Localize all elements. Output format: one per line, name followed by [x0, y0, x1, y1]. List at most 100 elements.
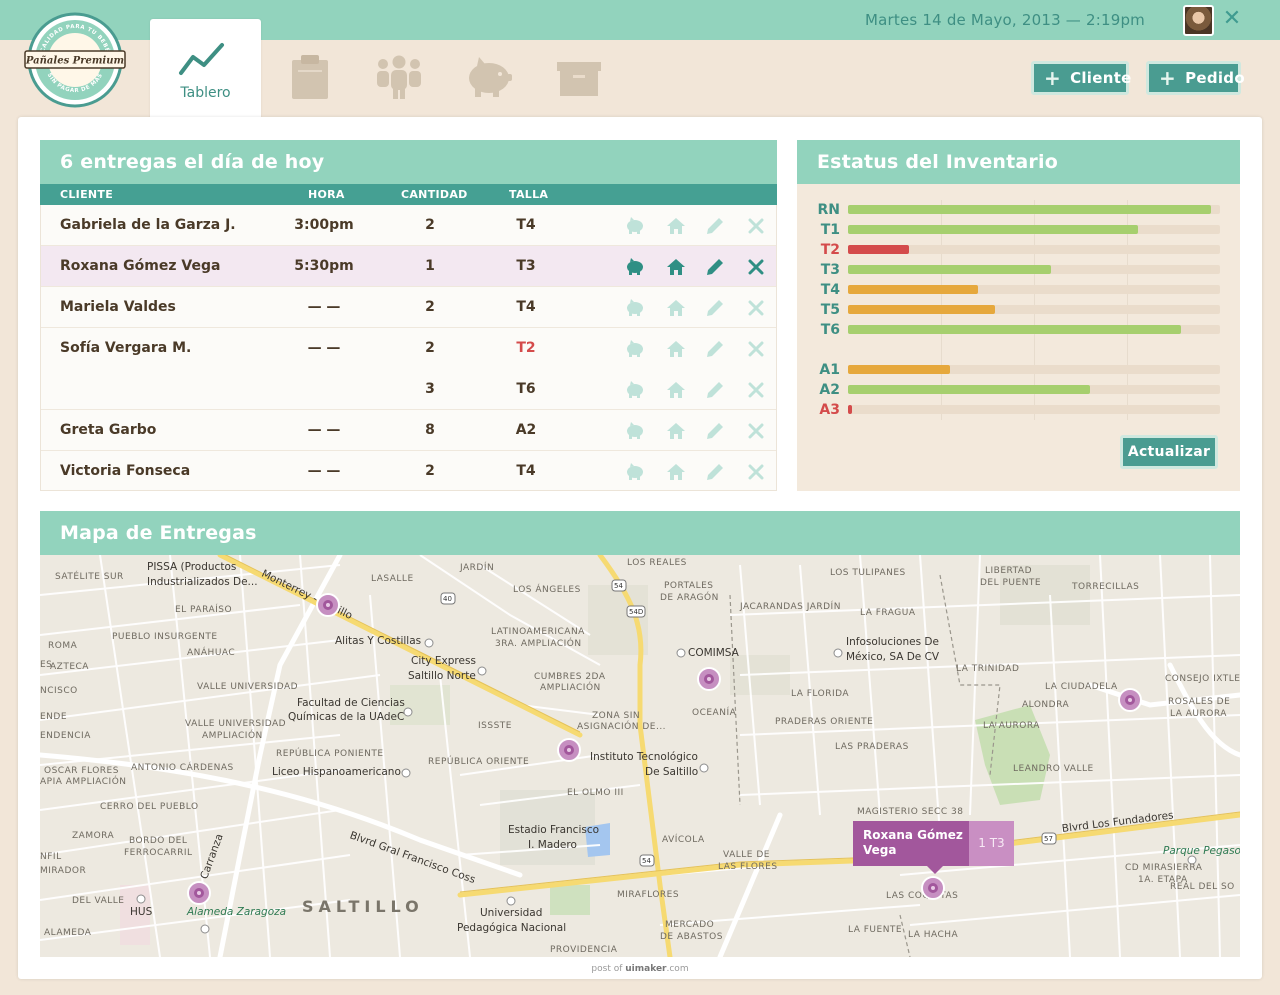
map-district: OCEANÍA [692, 708, 737, 718]
home-icon[interactable] [666, 380, 686, 400]
inventory-bar-track [848, 325, 1220, 334]
inventory-bar-track [848, 365, 1220, 374]
delete-x-icon[interactable] [746, 216, 766, 236]
map-district: NCISCO [40, 686, 78, 696]
logout-close-icon[interactable]: ✕ [1222, 7, 1242, 31]
map-district: SATÉLITE SUR [55, 572, 124, 582]
delivery-size: T4 [516, 463, 536, 479]
map-place: Alameda Zaragoza [187, 906, 287, 918]
piggy-bank-icon[interactable] [625, 339, 645, 359]
map-district: LA AURORA [1170, 709, 1227, 719]
pencil-edit-icon[interactable] [705, 380, 725, 400]
map-district: AMPLIACIÓN [202, 731, 263, 741]
home-icon[interactable] [666, 216, 686, 236]
delivery-pin[interactable] [318, 595, 338, 615]
map-district: CD MIRASIERRA [1125, 863, 1203, 873]
delete-x-icon[interactable] [746, 462, 766, 482]
delivery-size: T4 [516, 217, 536, 233]
delivery-pin-selected[interactable] [923, 878, 943, 898]
col-client: CLIENTE [60, 188, 114, 201]
delivery-size: T2 [516, 340, 536, 356]
inventory-bar-track [848, 385, 1220, 394]
inventory-row: T2 [797, 240, 1240, 260]
table-row[interactable]: Victoria Fonseca — — 2 T4 [41, 451, 776, 492]
client-name: Roxana Gómez Vega [60, 258, 221, 274]
piggy-bank-icon[interactable] [625, 298, 645, 318]
archive-box-icon[interactable] [556, 54, 602, 100]
table-row[interactable]: Sofía Vergara M. — — 2 T2 [41, 328, 776, 369]
table-row[interactable]: 3 T6 [41, 369, 776, 410]
pencil-edit-icon[interactable] [705, 462, 725, 482]
map-district: PUEBLO INSURGENTE [112, 632, 218, 642]
home-icon[interactable] [666, 339, 686, 359]
map-district: ANÁHUAC [187, 648, 236, 658]
home-icon[interactable] [666, 298, 686, 318]
popup-client-last: Vega [863, 843, 897, 857]
map-district: LASALLE [371, 574, 414, 584]
map-district: VALLE DE [723, 850, 770, 860]
map-district: ZAMORA [72, 831, 115, 841]
deliveries-map[interactable]: 40 54 54D 54 57 SATÉLITE SUR EL PARAÍSO … [40, 555, 1240, 957]
table-row[interactable]: Mariela Valdes — — 2 T4 [41, 287, 776, 328]
map-district: ROMA [48, 641, 78, 651]
piggy-bank-icon[interactable] [465, 54, 513, 100]
home-icon[interactable] [666, 257, 686, 277]
inventory-row: T5 [797, 300, 1240, 320]
add-client-button[interactable]: + Cliente [1031, 61, 1131, 95]
table-row[interactable]: Gabriela de la Garza J. 3:00pm 2 T4 [41, 205, 776, 246]
people-icon[interactable] [374, 54, 424, 100]
table-row[interactable]: Greta Garbo — — 8 A2 [41, 410, 776, 451]
delivery-pin[interactable] [559, 740, 579, 760]
table-row[interactable]: Roxana Gómez Vega 5:30pm 1 T3 [41, 246, 776, 287]
inventory-bar-track [848, 205, 1220, 214]
delivery-pin[interactable] [699, 669, 719, 689]
tab-dashboard-label: Tablero [180, 85, 231, 101]
piggy-bank-icon[interactable] [625, 257, 645, 277]
user-avatar[interactable] [1183, 5, 1214, 36]
inventory-bar-fill [848, 405, 852, 414]
piggy-bank-icon[interactable] [625, 462, 645, 482]
piggy-bank-icon[interactable] [625, 380, 645, 400]
pencil-edit-icon[interactable] [705, 257, 725, 277]
delivery-pin[interactable] [1120, 690, 1140, 710]
delete-x-icon[interactable] [746, 298, 766, 318]
map-district: ROSALES DE [1168, 697, 1231, 707]
pencil-edit-icon[interactable] [705, 421, 725, 441]
svg-text:54: 54 [614, 582, 623, 590]
piggy-bank-icon[interactable] [625, 216, 645, 236]
brand-logo[interactable]: CALIDAD PARA TU BEBÉ SIN PAGAR DE MÁS Pa… [23, 12, 127, 108]
tab-dashboard[interactable]: Tablero [150, 19, 261, 121]
delete-x-icon[interactable] [746, 339, 766, 359]
delete-x-icon[interactable] [746, 421, 766, 441]
inventory-row: RN [797, 200, 1240, 220]
home-icon[interactable] [666, 421, 686, 441]
pencil-edit-icon[interactable] [705, 339, 725, 359]
client-name: Gabriela de la Garza J. [60, 217, 236, 233]
add-order-button[interactable]: + Pedido [1146, 61, 1245, 95]
map-place: Pedagógica Nacional [457, 922, 567, 934]
delivery-size: T6 [516, 381, 536, 397]
map-delivery-popup[interactable]: Roxana Gómez Vega 1 T3 [853, 821, 1014, 874]
clipboard-icon[interactable] [290, 54, 330, 100]
map-district: REPÚBLICA PONIENTE [276, 749, 384, 759]
inventory-label: A2 [819, 382, 840, 398]
delete-x-icon[interactable] [746, 380, 766, 400]
map-district: ALONDRA [1022, 700, 1070, 710]
home-icon[interactable] [666, 462, 686, 482]
map-district: REAL DEL SO [1170, 882, 1235, 892]
map-district: REPÚBLICA ORIENTE [428, 757, 530, 767]
delivery-size: A2 [515, 422, 537, 438]
update-inventory-button[interactable]: Actualizar [1120, 435, 1218, 469]
col-size: TALLA [509, 188, 549, 201]
map-district: PORTALES [664, 581, 714, 591]
map-district: LIBERTAD [985, 566, 1033, 576]
delete-x-icon[interactable] [746, 257, 766, 277]
map-district: LA TRINIDAD [956, 664, 1020, 674]
piggy-bank-icon[interactable] [625, 421, 645, 441]
delivery-pin[interactable] [189, 883, 209, 903]
pencil-edit-icon[interactable] [705, 216, 725, 236]
map-district: APIA AMPLIACIÓN [40, 777, 127, 787]
map-district: FERROCARRIL [124, 848, 193, 858]
deliveries-table-header: CLIENTE HORA CANTIDAD TALLA [40, 184, 777, 205]
pencil-edit-icon[interactable] [705, 298, 725, 318]
